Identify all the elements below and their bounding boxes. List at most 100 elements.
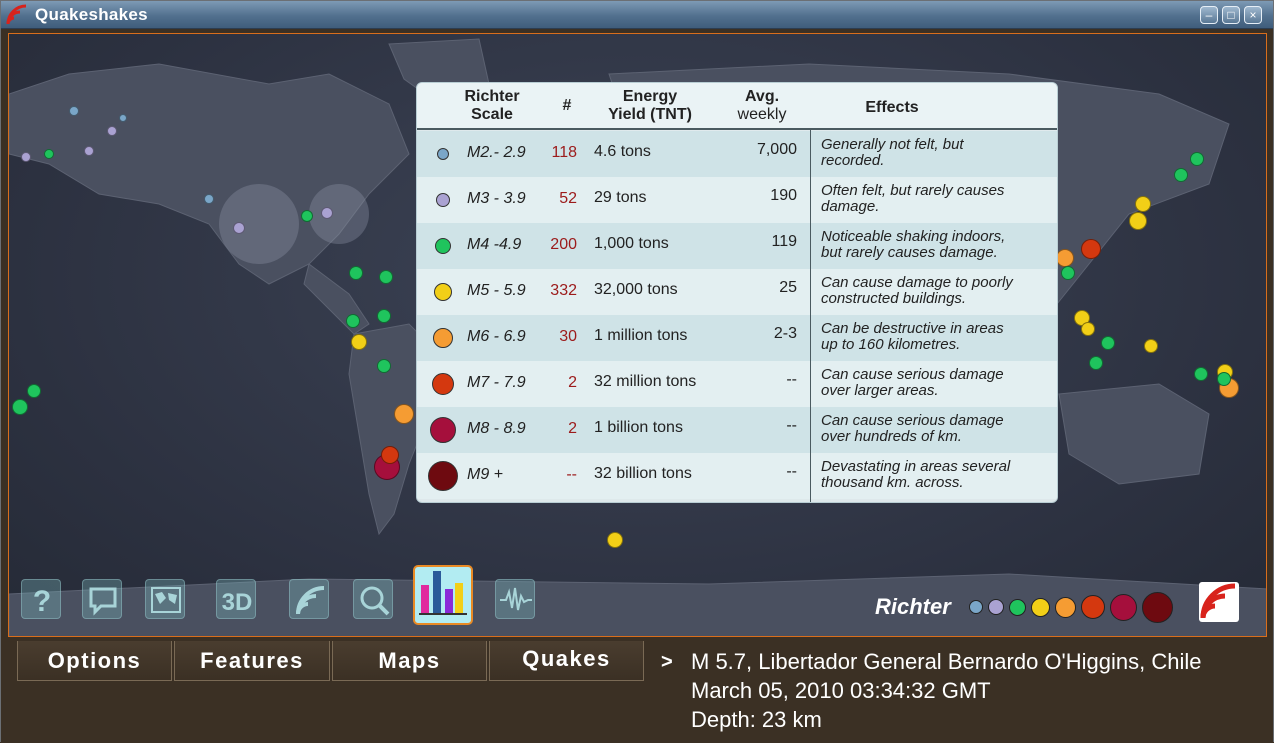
quake-marker[interactable] bbox=[119, 114, 127, 122]
quake-depth: Depth: 23 km bbox=[691, 707, 822, 732]
help-icon: ? bbox=[33, 585, 51, 618]
effects-line: Often felt, but rarely causes bbox=[821, 182, 1005, 199]
quake-marker[interactable] bbox=[1135, 196, 1151, 212]
quake-marker[interactable] bbox=[204, 194, 214, 204]
quake-marker[interactable] bbox=[12, 399, 28, 415]
header-richter-line2: Scale bbox=[471, 106, 513, 123]
effects-line: damage. bbox=[821, 198, 880, 215]
rss-feed-icon bbox=[296, 586, 325, 615]
effects-description: Noticeable shaking indoors, but rarely ca… bbox=[821, 229, 1057, 261]
quakes-menu-button[interactable]: Quakes bbox=[489, 641, 644, 681]
effects-line: Generally not felt, but bbox=[821, 136, 964, 153]
legend-row: M8 - 8.9 2 1 billion tons -- Can cause serio… bbox=[417, 407, 1057, 453]
richter-color-dot bbox=[1009, 598, 1026, 616]
maps-menu-button[interactable]: Maps bbox=[332, 641, 487, 681]
quake-marker[interactable] bbox=[107, 126, 117, 136]
quake-marker[interactable] bbox=[301, 210, 313, 222]
bar-chart-icon bbox=[419, 571, 467, 615]
world-map-icon bbox=[151, 587, 181, 613]
quake-count: 2 bbox=[568, 420, 577, 437]
svg-text:?: ? bbox=[33, 585, 51, 618]
seismograph-button[interactable] bbox=[495, 579, 535, 619]
effects-line: over hundreds of km. bbox=[821, 428, 962, 445]
magnitude-range: M6 - 6.9 bbox=[467, 328, 526, 345]
quake-marker[interactable] bbox=[1081, 239, 1101, 259]
quake-count: 52 bbox=[559, 190, 577, 207]
quake-marker[interactable] bbox=[394, 404, 414, 424]
quake-marker[interactable] bbox=[233, 222, 245, 234]
comment-button[interactable] bbox=[82, 579, 122, 619]
avg-weekly: 190 bbox=[770, 187, 797, 204]
search-button[interactable] bbox=[353, 579, 393, 619]
quake-marker[interactable] bbox=[351, 334, 367, 350]
quake-marker[interactable] bbox=[1217, 372, 1231, 386]
title-bar[interactable]: Quakeshakes – □ × bbox=[1, 1, 1273, 29]
help-button[interactable]: ? bbox=[21, 579, 61, 619]
avg-weekly: -- bbox=[786, 463, 797, 480]
options-menu-button[interactable]: Options bbox=[17, 641, 172, 681]
effects-line: Can cause serious damage bbox=[821, 366, 1004, 383]
richter-color-dot bbox=[1142, 591, 1173, 623]
quake-marker[interactable] bbox=[21, 152, 31, 162]
window-title: Quakeshakes bbox=[35, 5, 148, 24]
energy-yield: 1 million tons bbox=[594, 327, 688, 344]
world-map-button[interactable] bbox=[145, 579, 185, 619]
quake-marker[interactable] bbox=[1101, 336, 1115, 350]
quake-marker[interactable] bbox=[1174, 168, 1188, 182]
legend-row: M7 - 7.9 2 32 million tons -- Can cause seri… bbox=[417, 361, 1057, 407]
minimize-button[interactable]: – bbox=[1200, 6, 1218, 24]
quake-marker[interactable] bbox=[346, 314, 360, 328]
energy-yield: 1,000 tons bbox=[594, 235, 669, 252]
quake-count: -- bbox=[566, 466, 577, 483]
rss-logo-icon[interactable] bbox=[1199, 582, 1239, 622]
avg-weekly: 7,000 bbox=[756, 141, 797, 158]
quake-marker[interactable] bbox=[349, 266, 363, 280]
avg-weekly: -- bbox=[786, 371, 797, 388]
legend-row: M4 -4.9 200 1,000 tons 119 Noticeable shakin… bbox=[417, 223, 1057, 269]
quake-marker[interactable] bbox=[69, 106, 79, 116]
world-map[interactable]: Richter Scale # Energy Yield (TNT) Avg. … bbox=[8, 33, 1267, 637]
quake-marker[interactable] bbox=[1081, 322, 1095, 336]
features-menu-button[interactable]: Features bbox=[174, 641, 330, 681]
quake-marker[interactable] bbox=[377, 359, 391, 373]
search-icon bbox=[360, 586, 390, 616]
quake-marker[interactable] bbox=[1056, 249, 1074, 267]
legend-row: M6 - 6.9 30 1 million tons 2-3 Can be destru… bbox=[417, 315, 1057, 361]
magnitude-color-dot bbox=[428, 461, 458, 491]
avg-weekly: -- bbox=[786, 417, 797, 434]
rss-feed-button[interactable] bbox=[289, 579, 329, 619]
quake-marker[interactable] bbox=[1190, 152, 1204, 166]
avg-weekly: 2-3 bbox=[773, 325, 797, 342]
quake-marker[interactable] bbox=[321, 207, 333, 219]
quake-marker[interactable] bbox=[84, 146, 94, 156]
quake-count: 118 bbox=[551, 144, 577, 161]
effects-line: Noticeable shaking indoors, bbox=[821, 228, 1006, 245]
effects-description: Devastating in areas several thousand km.… bbox=[821, 459, 1057, 491]
3d-view-button[interactable]: 3D bbox=[216, 579, 256, 619]
quake-marker[interactable] bbox=[27, 384, 41, 398]
quake-marker[interactable] bbox=[377, 309, 391, 323]
legend-row: M2.- 2.9 118 4.6 tons 7,000 Generally not fe… bbox=[417, 131, 1057, 177]
quake-count: 200 bbox=[550, 236, 577, 253]
header-energy-line1: Energy bbox=[622, 88, 678, 105]
quake-marker[interactable] bbox=[1061, 266, 1075, 280]
magnitude-range: M8 - 8.9 bbox=[467, 420, 526, 437]
maximize-button[interactable]: □ bbox=[1222, 6, 1240, 24]
quake-marker[interactable] bbox=[1144, 339, 1158, 353]
magnitude-range: M9 + bbox=[467, 466, 504, 483]
quake-marker[interactable] bbox=[1089, 356, 1103, 370]
quake-marker[interactable] bbox=[1129, 212, 1147, 230]
quake-marker[interactable] bbox=[381, 446, 399, 464]
quake-marker[interactable] bbox=[1194, 367, 1208, 381]
quake-marker[interactable] bbox=[379, 270, 393, 284]
quake-marker[interactable] bbox=[607, 532, 623, 548]
richter-color-dot bbox=[969, 600, 983, 614]
legend-row: M3 - 3.9 52 29 tons 190 Often felt, but rare… bbox=[417, 177, 1057, 223]
quake-marker[interactable] bbox=[44, 149, 54, 159]
close-button[interactable]: × bbox=[1244, 6, 1262, 24]
energy-yield: 32,000 tons bbox=[594, 281, 678, 298]
richter-color-dot bbox=[1110, 593, 1137, 621]
app-logo-icon bbox=[6, 4, 27, 25]
effects-description: Can cause serious damage over hundreds of… bbox=[821, 413, 1057, 445]
statistics-button[interactable] bbox=[413, 565, 473, 625]
